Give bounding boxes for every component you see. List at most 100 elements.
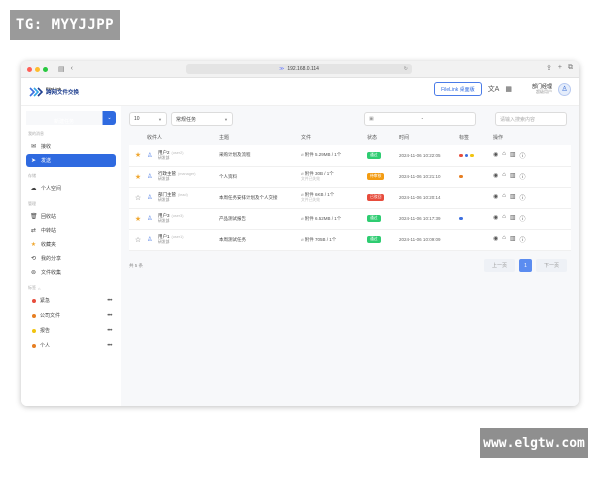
- star-icon[interactable]: ★: [135, 174, 141, 181]
- sidebar-item-label: 发送: [41, 158, 52, 164]
- tabs-overview-icon[interactable]: ⧉: [568, 64, 573, 72]
- tag-item-personal[interactable]: 个人 •••: [26, 339, 116, 352]
- trash-icon[interactable]: ▥: [510, 235, 516, 244]
- address-bar[interactable]: ≫ 192.168.0.114 ↻: [186, 64, 412, 74]
- trash-icon[interactable]: ▥: [510, 172, 516, 181]
- eye-icon[interactable]: ◉: [493, 151, 498, 160]
- search-input[interactable]: 请输入搜索内容: [495, 112, 567, 126]
- file-info[interactable]: 附件 6KB / 1个: [305, 192, 335, 197]
- user-icon: ♙: [147, 237, 153, 243]
- site-icon: ≫: [279, 66, 285, 72]
- tag-icon[interactable]: ⌂: [502, 151, 506, 160]
- table-row[interactable]: ★ ♙ 用户3 (user3) 研发部 产品测试报告 ⌀附件 6.52MB / 1个 通过 20…: [129, 208, 571, 230]
- page-number-button[interactable]: 1: [518, 259, 532, 272]
- subject-cell[interactable]: 采购计划及流程: [219, 145, 301, 167]
- row-actions: ◉ ⌂ ▥ ⓘ: [493, 214, 571, 223]
- trash-icon[interactable]: ▥: [510, 193, 516, 202]
- sidebar-item-file-collect[interactable]: ⊚ 文件收集: [26, 266, 116, 279]
- tag-icon[interactable]: ⌂: [502, 235, 506, 244]
- header-subject: 主题: [219, 130, 301, 145]
- grid-apps-icon[interactable]: ▦: [505, 85, 512, 93]
- trash-icon[interactable]: ▥: [510, 151, 516, 160]
- table-row[interactable]: ★ ♙ 用户2 (user2) 研发部 采购计划及流程 ⌀附件 5.29MB / 1个 通过 2…: [129, 145, 571, 167]
- eye-icon[interactable]: ◉: [493, 193, 498, 202]
- info-icon[interactable]: ⓘ: [520, 172, 526, 181]
- share-icon[interactable]: ⇪: [546, 64, 552, 72]
- star-icon[interactable]: ☆: [135, 237, 141, 244]
- info-icon[interactable]: ⓘ: [520, 193, 526, 202]
- subject-cell[interactable]: 产品测试报告: [219, 208, 301, 230]
- more-icon[interactable]: •••: [107, 328, 112, 334]
- sidebar-item-favorites[interactable]: ★ 收藏夹: [26, 238, 116, 251]
- eye-icon[interactable]: ◉: [493, 235, 498, 244]
- star-icon[interactable]: ★: [135, 216, 141, 223]
- sidebar-toggle-icon[interactable]: ▤: [58, 65, 65, 73]
- file-info[interactable]: 附件 30B / 1个: [305, 171, 334, 176]
- file-info[interactable]: 附件 705B / 1个: [305, 237, 337, 242]
- trash-icon[interactable]: ▥: [510, 214, 516, 223]
- user-info[interactable]: 部门经理 超级用户: [532, 84, 552, 95]
- browser-window: ▤ ‹ ≫ 192.168.0.114 ↻ ⇪ + ⧉ FileLink 跨网文…: [21, 61, 579, 406]
- subject-cell[interactable]: 个人资料: [219, 166, 301, 188]
- sidebar-item-my-shares[interactable]: ⟲ 我的分享: [26, 252, 116, 265]
- avatar[interactable]: ♙: [558, 82, 571, 96]
- file-info[interactable]: 附件 6.52MB / 1个: [305, 216, 342, 221]
- table-row[interactable]: ☆ ♙ 用户1 (user1) 研发部 本周测试任务 ⌀附件 705B / 1个 通过 2024…: [129, 229, 571, 251]
- chevron-left-icon[interactable]: ‹: [71, 65, 73, 73]
- row-tags: [459, 153, 493, 157]
- page-size-select[interactable]: 10 ▼: [129, 112, 167, 126]
- sidebar-item-inbox[interactable]: ✉ 接收: [26, 140, 116, 153]
- header-status: 状态: [367, 130, 399, 145]
- more-icon[interactable]: •••: [107, 313, 112, 319]
- row-actions: ◉ ⌂ ▥ ⓘ: [493, 193, 571, 202]
- info-icon[interactable]: ⓘ: [520, 151, 526, 160]
- info-icon[interactable]: ⓘ: [520, 214, 526, 223]
- sidebar-item-recycle-bin[interactable]: 🗑 回收站: [26, 210, 116, 223]
- subject-cell[interactable]: 本周测试任务: [219, 229, 301, 251]
- minimize-window-button[interactable]: [35, 66, 40, 72]
- info-icon[interactable]: ⓘ: [520, 235, 526, 244]
- tag-item-urgent[interactable]: 紧急 •••: [26, 294, 116, 307]
- sidebar-item-personal-space[interactable]: ☁ 个人空间: [26, 182, 116, 195]
- tag-item-report[interactable]: 报告 •••: [26, 324, 116, 337]
- status-badge: 通过: [367, 151, 381, 159]
- eye-icon[interactable]: ◉: [493, 172, 498, 181]
- time-cell: 2024-11-06 10:17:39: [399, 208, 459, 230]
- date-range-picker[interactable]: ▣ -: [364, 112, 476, 126]
- table-row[interactable]: ☆ ♙ 部门主管 (lead) 研发部 本周任务安排计划及个人交接 ⌀附件 6KB / 1个…: [129, 187, 571, 209]
- user-icon: ♙: [147, 152, 153, 159]
- tag-settings-icon[interactable]: ⌂: [38, 286, 40, 291]
- star-icon[interactable]: ☆: [135, 195, 141, 202]
- more-icon[interactable]: •••: [107, 343, 112, 349]
- eye-icon[interactable]: ◉: [493, 214, 498, 223]
- tag-icon[interactable]: ⌂: [502, 172, 506, 181]
- user-role: 超级用户: [536, 88, 552, 94]
- receiver-dept: 研发部: [158, 219, 170, 223]
- sidebar-item-transfer[interactable]: ⇄ 中转站: [26, 224, 116, 237]
- filelink-desktop-button[interactable]: FileLink 桌面版: [434, 82, 482, 96]
- new-task-button[interactable]: 新建任务 ⌄: [26, 111, 116, 125]
- receiver-name: 部门主管: [158, 192, 176, 198]
- prev-page-button[interactable]: 上一页: [483, 259, 515, 272]
- maximize-window-button[interactable]: [43, 66, 48, 72]
- tag-icon[interactable]: ⌂: [502, 193, 506, 202]
- close-window-button[interactable]: [27, 66, 32, 72]
- file-info[interactable]: 附件 5.29MB / 1个: [305, 152, 342, 157]
- sidebar-item-sent[interactable]: ➤ 发送: [26, 154, 116, 167]
- url-text: 192.168.0.114: [287, 66, 319, 72]
- new-task-label[interactable]: 新建任务: [26, 111, 102, 125]
- translate-icon[interactable]: 文A: [488, 84, 500, 94]
- more-icon[interactable]: •••: [107, 298, 112, 304]
- reload-icon[interactable]: ↻: [404, 66, 408, 72]
- tag-icon[interactable]: ⌂: [502, 214, 506, 223]
- receiver-id: (user3): [171, 214, 184, 219]
- new-tab-icon[interactable]: +: [558, 64, 562, 72]
- next-page-button[interactable]: 下一页: [535, 259, 567, 272]
- app-logo[interactable]: FileLink 跨网文件交换: [29, 86, 79, 97]
- tag-item-company-files[interactable]: 公司文件 •••: [26, 309, 116, 322]
- task-category-select[interactable]: 常规任务 ▼: [171, 112, 233, 126]
- star-icon[interactable]: ★: [135, 152, 141, 159]
- table-row[interactable]: ★ ♙ 行政主管 (manager) 研发部 个人资料 ⌀附件 30B / 1个 文件已失效 待…: [129, 166, 571, 188]
- subject-cell[interactable]: 本周任务安排计划及个人交接: [219, 187, 301, 209]
- chevron-down-icon[interactable]: ⌄: [102, 111, 116, 125]
